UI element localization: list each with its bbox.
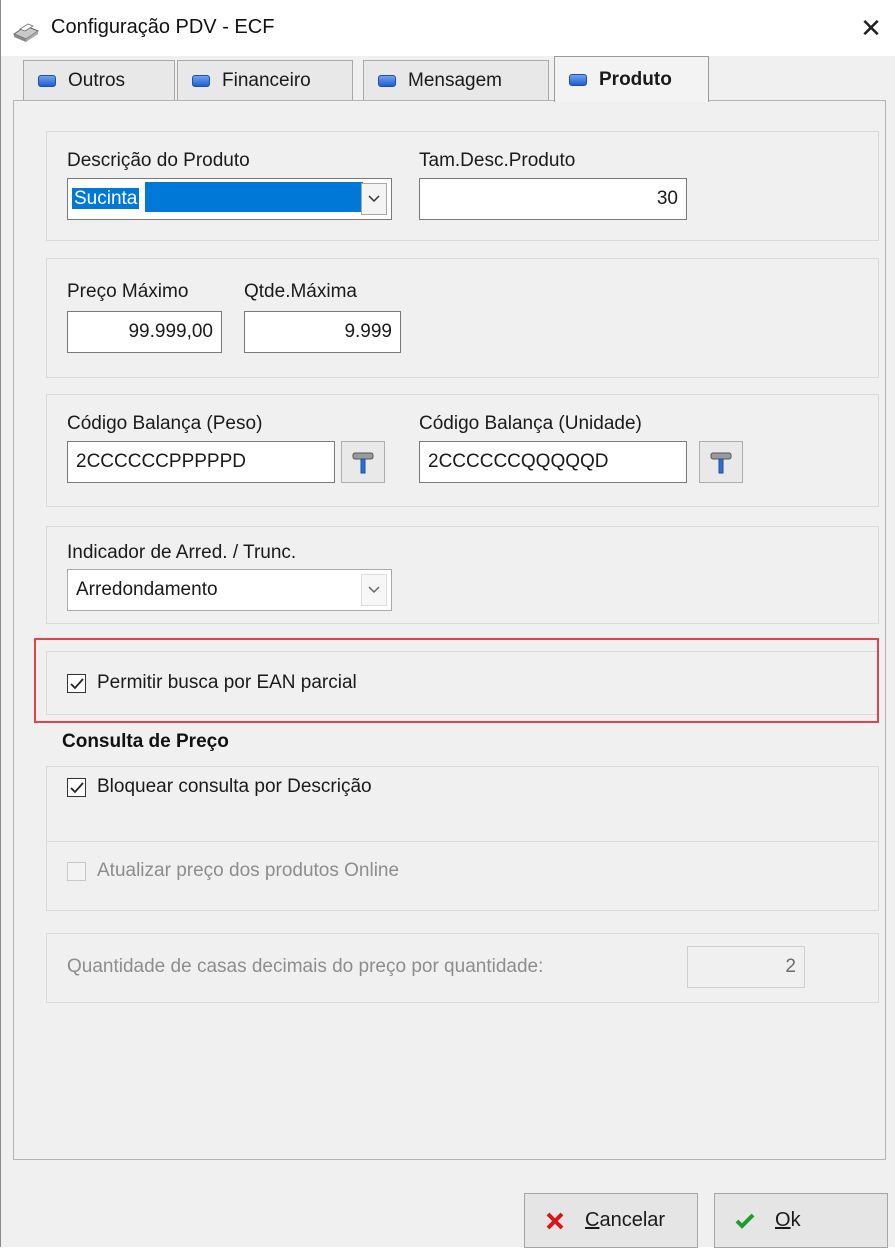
chevron-down-icon[interactable] (361, 183, 387, 215)
selection-highlight (144, 181, 363, 212)
balanca-group: Código Balança (Peso) 2CCCCCCPPPPPD Códi… (46, 394, 879, 507)
balanca-peso-config-button[interactable] (341, 441, 385, 483)
online-checkbox[interactable] (67, 862, 86, 881)
online-group: Atualizar preço dos produtos Online (46, 841, 879, 911)
balanca-unidade-config-button[interactable] (699, 441, 743, 483)
qtde-max-input[interactable]: 9.999 (244, 311, 401, 353)
cancel-label: Cancelar (585, 1209, 666, 1231)
tab-mensagem[interactable]: Mensagem (363, 60, 549, 100)
checkmark-icon (69, 781, 84, 793)
descricao-combo[interactable]: Sucinta (67, 178, 392, 220)
balanca-peso-input[interactable]: 2CCCCCCPPPPPD (67, 441, 335, 483)
tab-icon (378, 74, 396, 87)
ean-parcial-label: Permitir busca por EAN parcial (97, 672, 357, 693)
chevron-down-icon[interactable] (361, 574, 387, 606)
window-title: Configuração PDV - ECF (51, 16, 275, 38)
arredondamento-group: Indicador de Arred. / Trunc. Arredondame… (46, 526, 879, 624)
balanca-unidade-input[interactable]: 2CCCCCCQQQQQD (419, 441, 687, 483)
consulta-preco-group: Bloquear consulta por Descrição (46, 766, 879, 846)
ean-parcial-checkbox[interactable] (67, 674, 86, 693)
config-dialog: Configuração PDV - ECF ✕ Outros Financei… (0, 0, 895, 1248)
tab-produto[interactable]: Produto (554, 56, 709, 102)
tam-desc-label: Tam.Desc.Produto (419, 150, 576, 171)
bloquear-checkbox[interactable] (67, 778, 86, 797)
tab-icon (569, 73, 587, 86)
casas-decimais-input[interactable]: 2 (687, 946, 805, 988)
indicador-combo[interactable]: Arredondamento (67, 569, 392, 611)
produto-tab-page: Descrição do Produto Sucinta Tam.Desc.Pr… (13, 100, 886, 1160)
ok-button[interactable]: Ok (714, 1193, 888, 1248)
descricao-group: Descrição do Produto Sucinta Tam.Desc.Pr… (46, 131, 879, 241)
bloquear-label: Bloquear consulta por Descrição (97, 776, 372, 797)
check-icon (715, 1213, 775, 1229)
limites-group: Preço Máximo 99.999,00 Qtde.Máxima 9.999 (46, 258, 879, 378)
balanca-peso-label: Código Balança (Peso) (67, 413, 263, 434)
preco-max-label: Preço Máximo (67, 281, 189, 302)
close-icon: ✕ (860, 12, 882, 43)
tab-label: Produto (599, 68, 672, 90)
tab-icon (38, 74, 56, 87)
ok-label: Ok (775, 1209, 801, 1231)
title-bar: Configuração PDV - ECF ✕ (1, 0, 895, 56)
consulta-preco-title: Consulta de Preço (62, 731, 229, 752)
casas-decimais-label: Quantidade de casas decimais do preço po… (67, 956, 544, 977)
cross-icon (525, 1212, 585, 1230)
casas-decimais-group: Quantidade de casas decimais do preço po… (46, 933, 879, 1003)
tam-desc-input[interactable]: 30 (419, 178, 687, 220)
dialog-footer: Cancelar Ok (1, 1160, 895, 1248)
qtde-max-label: Qtde.Máxima (244, 281, 357, 302)
tab-label: Financeiro (222, 69, 311, 91)
tab-label: Mensagem (408, 69, 502, 91)
hammer-icon (352, 452, 374, 474)
descricao-label: Descrição do Produto (67, 150, 250, 171)
preco-max-input[interactable]: 99.999,00 (67, 311, 222, 353)
tab-outros[interactable]: Outros (23, 60, 175, 100)
printer-icon (11, 20, 41, 44)
tab-icon (192, 74, 210, 87)
online-label: Atualizar preço dos produtos Online (97, 860, 400, 881)
ean-group: Permitir busca por EAN parcial (46, 651, 879, 715)
tab-strip: Outros Financeiro Mensagem Produto (1, 56, 895, 102)
indicador-label: Indicador de Arred. / Trunc. (67, 542, 297, 563)
tab-label: Outros (68, 69, 126, 91)
cancel-button[interactable]: Cancelar (524, 1193, 698, 1248)
checkmark-icon (69, 677, 84, 689)
balanca-unidade-label: Código Balança (Unidade) (419, 413, 642, 434)
indicador-value: Arredondamento (76, 579, 218, 600)
descricao-value: Sucinta (72, 188, 140, 209)
tab-financeiro[interactable]: Financeiro (177, 60, 353, 100)
close-button[interactable]: ✕ (846, 0, 895, 56)
hammer-icon (710, 452, 732, 474)
